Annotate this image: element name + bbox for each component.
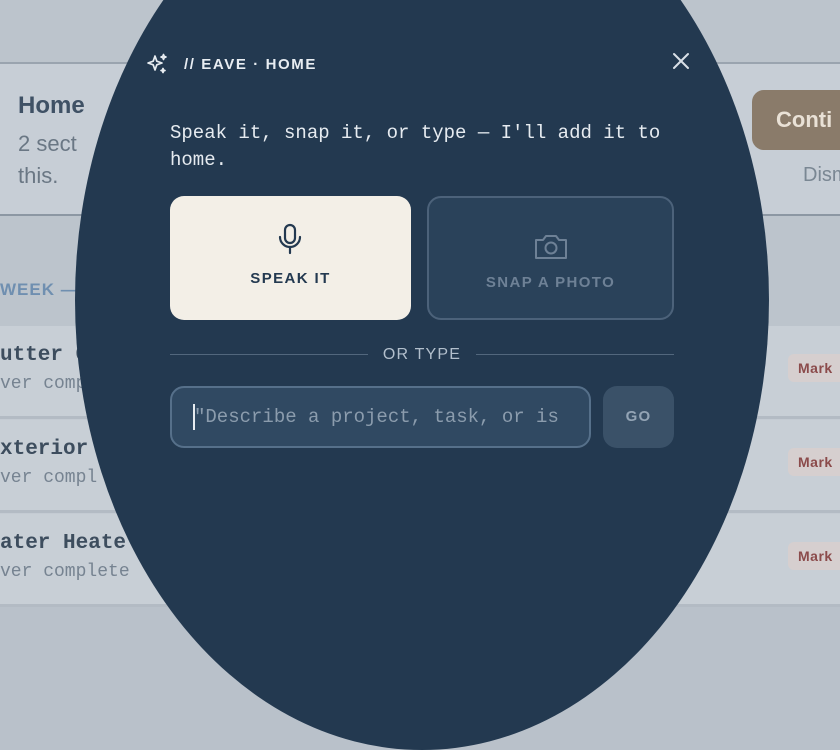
- modal-title: // EAVE · HOME: [184, 56, 317, 73]
- mark-button[interactable]: Mark: [788, 448, 840, 476]
- task-row-subtitle: ver compl: [0, 468, 98, 488]
- mark-button[interactable]: Mark: [788, 354, 840, 382]
- describe-input-wrapper: [170, 386, 591, 448]
- or-type-label: OR TYPE: [382, 346, 462, 363]
- camera-icon: [535, 235, 567, 259]
- sparkle-icon: [147, 53, 167, 74]
- divider-line-left: [170, 354, 368, 355]
- week-label: WEEK —: [0, 280, 79, 299]
- microphone-icon: [278, 223, 302, 255]
- task-row-title: ater Heate: [0, 532, 127, 555]
- continue-button[interactable]: Conti: [752, 90, 840, 150]
- dismiss-button[interactable]: Dism: [803, 164, 840, 187]
- capture-prompt: Speak it, snap it, or type — I'll add it…: [170, 122, 661, 171]
- snap-photo-label: SNAP A PHOTO: [485, 274, 616, 291]
- mark-button[interactable]: Mark: [788, 542, 840, 570]
- speak-it-button[interactable]: SPEAK IT: [170, 196, 411, 320]
- capture-modal: [75, 0, 769, 750]
- task-row-title: utter C: [0, 344, 89, 367]
- close-icon[interactable]: [666, 46, 696, 76]
- text-caret: [193, 404, 195, 430]
- task-row-subtitle: ver complete: [0, 562, 130, 582]
- divider-line-right: [476, 354, 674, 355]
- home-card-title: Home: [18, 92, 85, 119]
- snap-photo-button[interactable]: SNAP A PHOTO: [427, 196, 674, 320]
- task-row-title: xterior: [0, 438, 89, 461]
- describe-input[interactable]: [192, 402, 572, 432]
- go-button[interactable]: GO: [603, 386, 674, 448]
- speak-it-label: SPEAK IT: [250, 270, 331, 287]
